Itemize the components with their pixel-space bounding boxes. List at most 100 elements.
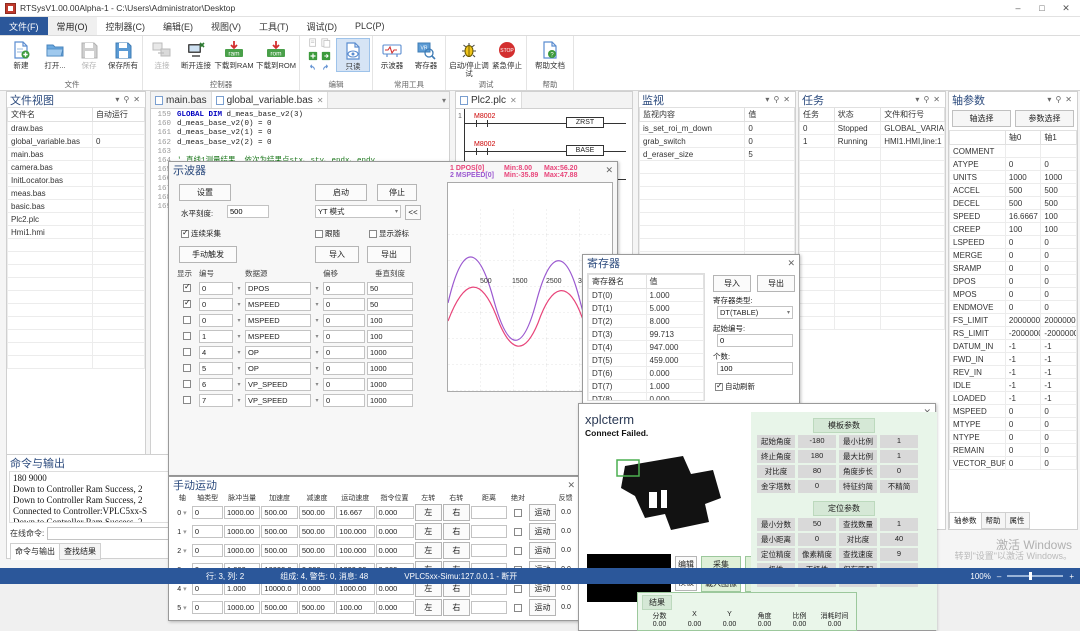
connect-button[interactable]: 连接 [145,38,179,70]
table-row[interactable]: meas.bas [7,186,146,200]
param-value[interactable]: 1 [880,450,918,463]
manual-speed[interactable]: 100.000 [336,544,375,557]
table-row[interactable]: NTYPE 0 0 [949,430,1077,444]
editor-tab-global-variable[interactable]: global_variable.bas ✕ [211,92,329,108]
oscilloscope-button[interactable]: 示波器 [375,38,409,70]
zoom-out-button[interactable]: – [997,572,1001,581]
osc-mode-select[interactable]: YT 模式 [315,205,401,218]
chevron-down-icon[interactable]: ▾ [313,381,321,388]
osc-channel-vscale[interactable]: 100 [367,313,413,327]
chevron-down-icon[interactable]: ▾ [235,365,243,372]
table-row[interactable]: DT(4) 947.000 [588,340,704,354]
osc-channel-source[interactable]: MSPEED [245,329,311,343]
manual-decel[interactable]: 500.00 [298,544,336,557]
table-row[interactable]: Plc2.plc [7,212,146,226]
debug-toggle-button[interactable]: 启动/停止调试 [448,38,490,78]
param-value[interactable]: 不精简 [880,480,918,493]
osc-channel-show-checkbox[interactable] [177,298,197,308]
param-value[interactable]: 像素精度 [798,548,836,561]
menu-item-file[interactable]: 文件(F) [0,17,48,35]
param-value[interactable]: 0 [798,533,836,546]
table-row[interactable]: MERGE 0 0 [949,248,1077,262]
register-close-icon[interactable]: ✕ [787,258,795,269]
manual-axis-id[interactable]: 0 ▾ [173,509,191,517]
param-value[interactable]: 0 [880,465,918,478]
register-count-input[interactable] [717,362,793,375]
monitor-menu-icon[interactable]: ▾ [765,95,769,104]
close-button[interactable]: ✕ [1054,0,1078,16]
new-file-button[interactable]: 新建 [4,38,38,70]
table-row[interactable]: IDLE -1 -1 [949,378,1077,392]
register-type-select[interactable]: DT(TABLE) [717,306,793,319]
chevron-down-icon[interactable]: ▾ [235,349,243,356]
osc-channel-offset[interactable]: 0 [323,281,365,295]
manual-distance[interactable] [470,525,508,538]
param-value[interactable]: 9 [880,548,918,561]
osc-channel-show-checkbox[interactable] [177,364,197,372]
manual-jog-right-button[interactable]: 右 [442,523,470,540]
editor-tab-close-icon[interactable]: ✕ [317,96,324,105]
save-button[interactable]: 保存 [72,38,106,70]
table-row[interactable]: 1 Running HMI1.HMI,line:1 [799,134,945,148]
table-row[interactable]: REV_IN -1 -1 [949,365,1077,379]
emergency-stop-button[interactable]: STOP 紧急停止 [490,38,524,70]
manual-jog-left-button[interactable]: 左 [414,599,442,616]
table-row[interactable]: Hmi1.hmi [7,225,146,239]
minimize-button[interactable]: – [1006,0,1030,16]
table-row[interactable]: LOADED -1 -1 [949,391,1077,405]
osc-channel-vscale[interactable]: 1000 [367,377,413,391]
osc-channel-vscale[interactable]: 1000 [367,345,413,359]
download-rom-button[interactable]: rom 下载到ROM [255,38,297,70]
osc-channel-id[interactable]: 5 [199,361,233,375]
param-value[interactable]: 0 [798,480,836,493]
manual-absolute-checkbox[interactable] [508,603,528,612]
osc-channel-source[interactable]: OP [245,361,311,375]
osc-import-button[interactable]: 导入 [315,246,359,263]
manual-decel[interactable]: 500.00 [298,601,336,614]
osc-export-button[interactable]: 导出 [367,246,411,263]
table-row[interactable]: DT(0) 1.000 [588,288,704,302]
param-value[interactable]: -180 [798,435,836,448]
osc-channel-id[interactable]: 4 [199,345,233,359]
param-value[interactable]: 80 [798,465,836,478]
table-row[interactable]: basic.bas [7,199,146,213]
manual-cmd-position[interactable]: 0.000 [375,544,414,557]
manual-move-button[interactable]: 运动 [529,542,557,559]
table-row[interactable]: SRAMP 0 0 [949,261,1077,275]
table-row[interactable]: ATYPE 0 0 [949,157,1077,171]
manual-move-button[interactable]: 运动 [529,523,557,540]
manual-cmd-position[interactable]: 0.000 [375,506,414,519]
manual-axis-id[interactable]: 2 ▾ [173,547,191,555]
manual-jog-left-button[interactable]: 左 [414,542,442,559]
osc-channel-vscale[interactable]: 1000 [367,393,413,407]
manual-axis-type[interactable]: 0 [191,525,223,538]
manual-axis-type[interactable]: 0 [191,601,223,614]
osc-channel-source[interactable]: MSPEED [245,297,311,311]
table-row[interactable]: DECEL 500 500 [949,196,1077,210]
chevron-down-icon[interactable]: ▾ [313,365,321,372]
task-close-icon[interactable]: ✕ [933,95,940,104]
menu-item-view[interactable]: 视图(V) [202,17,250,35]
chevron-down-icon[interactable]: ▾ [313,317,321,324]
file-view-close-icon[interactable]: ✕ [133,95,140,104]
osc-start-button[interactable]: 启动 [315,184,367,201]
table-row[interactable]: InitLocator.bas [7,173,146,187]
osc-channel-vscale[interactable]: 50 [367,297,413,311]
manual-jog-left-button[interactable]: 左 [414,523,442,540]
manual-speed[interactable]: 100.000 [336,525,375,538]
table-row[interactable]: DT(6) 0.000 [588,366,704,380]
file-view-menu-icon[interactable]: ▾ [115,95,119,104]
chevron-down-icon[interactable]: ▾ [235,301,243,308]
table-row[interactable]: DT(7) 1.000 [588,379,704,393]
redo-icon[interactable] [321,64,331,74]
osc-channel-source[interactable]: OP [245,345,311,359]
osc-channel-id[interactable]: 7 [199,393,233,407]
manual-pulse-equiv[interactable]: 1000.00 [223,601,261,614]
table-row[interactable]: d_eraser_size 5 [638,147,795,161]
osc-channel-offset[interactable]: 0 [323,313,365,327]
table-row[interactable]: main.bas [7,147,146,161]
editor-tab-main[interactable]: main.bas [151,92,212,108]
copy-icon[interactable] [320,38,331,50]
ladder-instruction-base[interactable]: BASE [566,145,604,156]
register-button[interactable]: VR 寄存器 [409,38,443,70]
